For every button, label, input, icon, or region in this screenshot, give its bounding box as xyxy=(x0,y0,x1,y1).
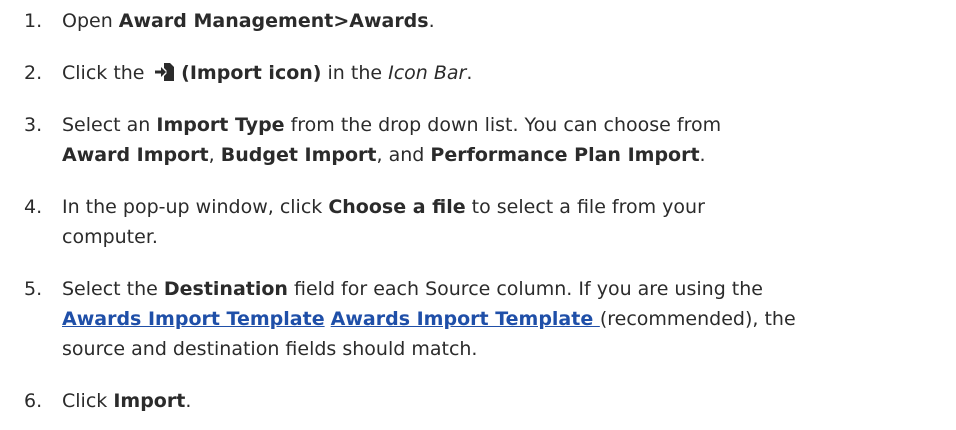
awards-import-template-link[interactable]: Awards Import Template xyxy=(62,308,325,330)
step-text: Select the Destination field for each So… xyxy=(62,278,796,360)
step-text: Click Import. xyxy=(62,390,192,412)
step-number: 2. xyxy=(24,62,43,84)
step-number: 1. xyxy=(24,10,43,32)
step-text: Select an Import Type from the drop down… xyxy=(62,114,722,166)
step-text: In the pop-up window, click Choose a fil… xyxy=(62,196,705,248)
import-icon xyxy=(153,61,175,81)
step-text: Open Award Management>Awards. xyxy=(62,10,435,32)
instruction-list: 1. Open Award Management>Awards. 2. Clic… xyxy=(0,0,956,430)
step-number: 5. xyxy=(24,278,43,300)
step-number: 3. xyxy=(24,114,43,136)
step-text: Click the (Import icon) in the Icon Bar. xyxy=(62,61,473,84)
step-number: 4. xyxy=(24,196,43,218)
step-number: 6. xyxy=(24,390,43,412)
awards-import-template-link-2[interactable]: Awards Import Template xyxy=(331,308,600,330)
